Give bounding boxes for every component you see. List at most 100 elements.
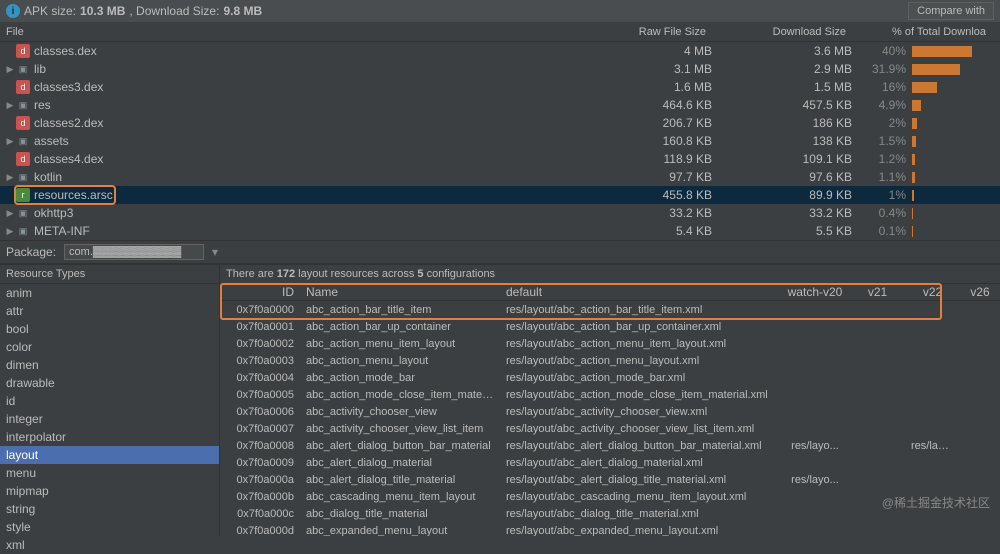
resource-type-item[interactable]: integer bbox=[0, 410, 219, 428]
resource-type-item[interactable]: drawable bbox=[0, 374, 219, 392]
resource-id: 0x7f0a0003 bbox=[220, 355, 300, 367]
resource-default: res/layout/abc_expanded_menu_layout.xml bbox=[500, 525, 780, 536]
resource-id: 0x7f0a000b bbox=[220, 491, 300, 503]
col-name[interactable]: Name bbox=[300, 285, 500, 299]
expand-icon[interactable]: ▶ bbox=[6, 136, 14, 147]
file-row[interactable]: ▶▣res464.6 KB457.5 KB4.9% bbox=[0, 96, 1000, 114]
percent: 4.9% bbox=[860, 98, 910, 112]
download-size: 138 KB bbox=[720, 134, 860, 148]
file-row[interactable]: rresources.arsc455.8 KB89.9 KB1% bbox=[0, 186, 1000, 204]
resource-id: 0x7f0a0005 bbox=[220, 389, 300, 401]
resource-name: abc_expanded_menu_layout bbox=[300, 525, 500, 536]
resource-type-item[interactable]: string bbox=[0, 500, 219, 518]
resource-type-item[interactable]: menu bbox=[0, 464, 219, 482]
col-download-size[interactable]: Download Size bbox=[712, 26, 852, 38]
col-raw-size[interactable]: Raw File Size bbox=[572, 26, 712, 38]
resource-default: res/layout/abc_alert_dialog_title_materi… bbox=[500, 474, 780, 486]
package-label: Package: bbox=[6, 245, 56, 259]
file-row[interactable]: ▶▣okhttp333.2 KB33.2 KB0.4% bbox=[0, 204, 1000, 222]
dropdown-icon[interactable]: ▾ bbox=[212, 245, 218, 259]
resource-default: res/layout/abc_action_bar_title_item.xml bbox=[500, 304, 780, 316]
col-percent[interactable]: % of Total Downloa bbox=[852, 26, 992, 38]
col-default[interactable]: default bbox=[500, 285, 780, 299]
dl-size-label: , Download Size: bbox=[129, 4, 219, 18]
percent: 1.1% bbox=[860, 170, 910, 184]
resource-row[interactable]: 0x7f0a0007abc_activity_chooser_view_list… bbox=[220, 420, 1000, 437]
resource-summary: There are 172 layout resources across 5 … bbox=[220, 265, 1000, 284]
resource-id: 0x7f0a0001 bbox=[220, 321, 300, 333]
resource-type-item[interactable]: dimen bbox=[0, 356, 219, 374]
raw-size: 455.8 KB bbox=[580, 188, 720, 202]
resource-row[interactable]: 0x7f0a0002abc_action_menu_item_layoutres… bbox=[220, 335, 1000, 352]
percent: 16% bbox=[860, 80, 910, 94]
raw-size: 160.8 KB bbox=[580, 134, 720, 148]
col-watch-v20[interactable]: watch-v20 bbox=[780, 285, 850, 299]
percent-bar bbox=[912, 154, 915, 165]
resource-type-item[interactable]: xml bbox=[0, 536, 219, 554]
resource-default: res/layout/abc_activity_chooser_view_lis… bbox=[500, 423, 780, 435]
resource-row[interactable]: 0x7f0a000dabc_expanded_menu_layoutres/la… bbox=[220, 522, 1000, 536]
expand-icon[interactable]: ▶ bbox=[6, 100, 14, 111]
file-row[interactable]: ▶▣kotlin97.7 KB97.6 KB1.1% bbox=[0, 168, 1000, 186]
expand-icon[interactable]: ▶ bbox=[6, 208, 14, 219]
resource-row[interactable]: 0x7f0a0004abc_action_mode_barres/layout/… bbox=[220, 369, 1000, 386]
resource-type-item[interactable]: mipmap bbox=[0, 482, 219, 500]
resource-default: res/layout/abc_dialog_title_material.xml bbox=[500, 508, 780, 520]
col-v22[interactable]: v22 bbox=[905, 285, 960, 299]
expand-icon[interactable]: ▶ bbox=[6, 64, 14, 75]
package-input[interactable] bbox=[64, 244, 204, 260]
resource-row[interactable]: 0x7f0a0008abc_alert_dialog_button_bar_ma… bbox=[220, 437, 1000, 454]
resource-name: abc_activity_chooser_view bbox=[300, 406, 500, 418]
dex-file-icon: d bbox=[16, 80, 30, 94]
percent: 1.2% bbox=[860, 152, 910, 166]
dex-file-icon: d bbox=[16, 152, 30, 166]
resource-id: 0x7f0a0009 bbox=[220, 457, 300, 469]
file-row[interactable]: dclasses4.dex118.9 KB109.1 KB1.2% bbox=[0, 150, 1000, 168]
file-row[interactable]: dclasses.dex4 MB3.6 MB40% bbox=[0, 42, 1000, 60]
file-name: META-INF bbox=[32, 224, 580, 238]
file-name: assets bbox=[32, 134, 580, 148]
file-row[interactable]: ▶▣lib3.1 MB2.9 MB31.9% bbox=[0, 60, 1000, 78]
resource-default: res/layout/abc_alert_dialog_button_bar_m… bbox=[500, 440, 780, 452]
percent-bar bbox=[912, 190, 914, 201]
resource-row[interactable]: 0x7f0a0005abc_action_mode_close_item_mat… bbox=[220, 386, 1000, 403]
file-row[interactable]: ▶▣assets160.8 KB138 KB1.5% bbox=[0, 132, 1000, 150]
file-name: okhttp3 bbox=[32, 206, 580, 220]
resource-row[interactable]: 0x7f0a0003abc_action_menu_layoutres/layo… bbox=[220, 352, 1000, 369]
resource-type-item[interactable]: color bbox=[0, 338, 219, 356]
resource-default: res/layout/abc_action_menu_layout.xml bbox=[500, 355, 780, 367]
folder-icon: ▣ bbox=[16, 224, 30, 238]
resource-id: 0x7f0a000c bbox=[220, 508, 300, 520]
resource-type-item[interactable]: bool bbox=[0, 320, 219, 338]
resource-type-item[interactable]: style bbox=[0, 518, 219, 536]
col-v21[interactable]: v21 bbox=[850, 285, 905, 299]
resource-row[interactable]: 0x7f0a0001abc_action_bar_up_containerres… bbox=[220, 318, 1000, 335]
expand-icon[interactable]: ▶ bbox=[6, 226, 14, 237]
resource-row[interactable]: 0x7f0a0009abc_alert_dialog_materialres/l… bbox=[220, 454, 1000, 471]
col-v26[interactable]: v26 bbox=[960, 285, 1000, 299]
resource-table-header: ID Name default watch-v20 v21 v22 v26 bbox=[220, 284, 1000, 301]
resource-row[interactable]: 0x7f0a000aabc_alert_dialog_title_materia… bbox=[220, 471, 1000, 488]
resource-row[interactable]: 0x7f0a0000abc_action_bar_title_itemres/l… bbox=[220, 301, 1000, 318]
file-row[interactable]: ▶▣META-INF5.4 KB5.5 KB0.1% bbox=[0, 222, 1000, 240]
percent-bar bbox=[912, 208, 913, 219]
compare-with-button[interactable]: Compare with bbox=[908, 2, 994, 20]
file-name: classes.dex bbox=[32, 44, 580, 58]
raw-size: 4 MB bbox=[580, 44, 720, 58]
col-id[interactable]: ID bbox=[220, 285, 300, 299]
file-row[interactable]: dclasses2.dex206.7 KB186 KB2% bbox=[0, 114, 1000, 132]
file-row[interactable]: dclasses3.dex1.6 MB1.5 MB16% bbox=[0, 78, 1000, 96]
file-tree[interactable]: dclasses.dex4 MB3.6 MB40%▶▣lib3.1 MB2.9 … bbox=[0, 42, 1000, 240]
percent-bar bbox=[912, 172, 915, 183]
resource-type-item[interactable]: interpolator bbox=[0, 428, 219, 446]
resource-type-item[interactable]: layout bbox=[0, 446, 219, 464]
col-file[interactable]: File bbox=[0, 26, 572, 38]
resource-row[interactable]: 0x7f0a0006abc_activity_chooser_viewres/l… bbox=[220, 403, 1000, 420]
expand-icon[interactable]: ▶ bbox=[6, 172, 14, 183]
percent-bar bbox=[912, 82, 937, 93]
resource-type-item[interactable]: attr bbox=[0, 302, 219, 320]
resource-type-item[interactable]: id bbox=[0, 392, 219, 410]
resource-type-item[interactable]: anim bbox=[0, 284, 219, 302]
download-size: 186 KB bbox=[720, 116, 860, 130]
resource-name: abc_action_menu_item_layout bbox=[300, 338, 500, 350]
